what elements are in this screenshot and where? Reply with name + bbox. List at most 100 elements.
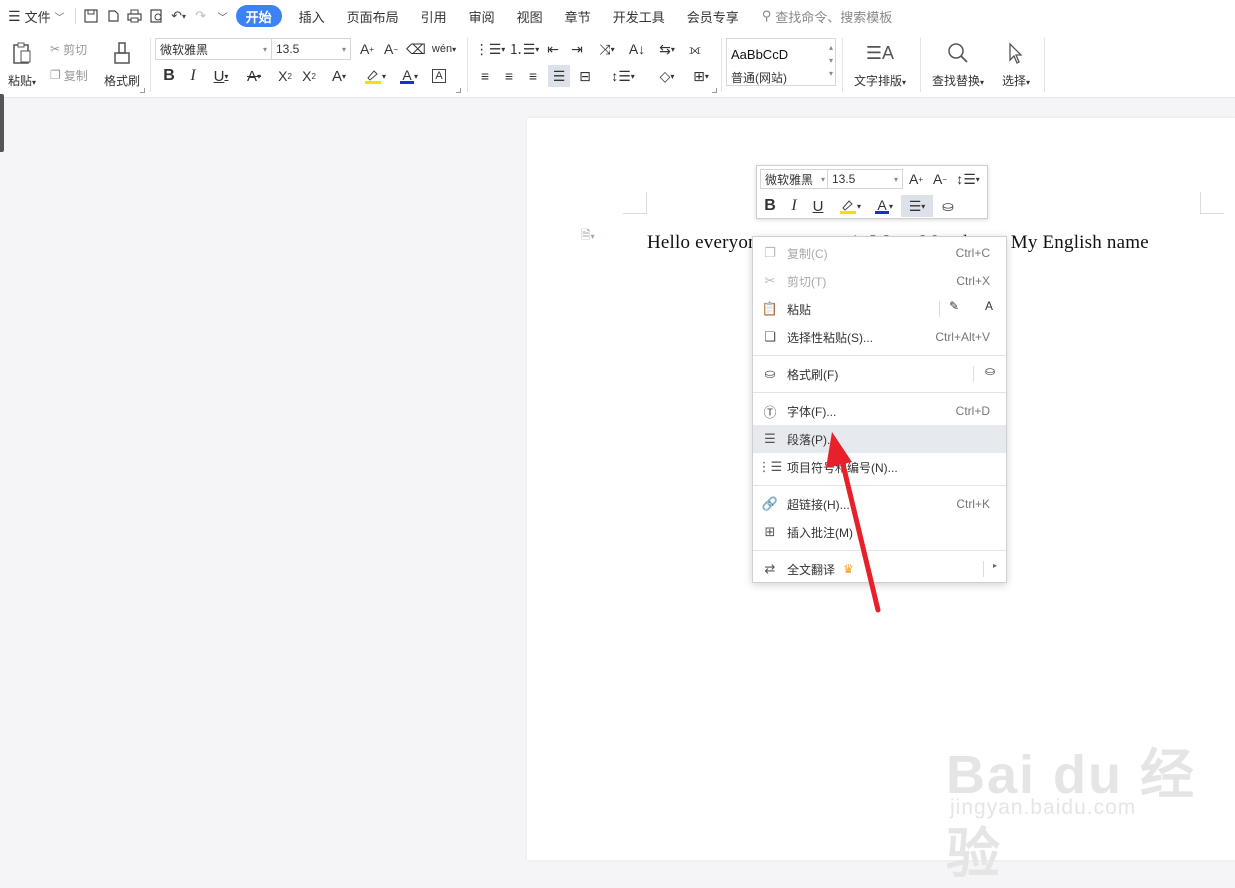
cut-button[interactable]: ✂ 剪切 bbox=[50, 39, 87, 59]
menu-item-paste[interactable]: 📋 粘贴 ✎ A bbox=[753, 295, 1006, 323]
hamburger-icon: ☰ bbox=[8, 7, 21, 24]
submenu-arrow-icon: ▸ bbox=[993, 561, 998, 570]
grow-font-icon[interactable]: A + bbox=[356, 38, 378, 60]
print-preview-icon[interactable] bbox=[146, 5, 168, 27]
find-replace-button[interactable]: 查找替换▾ bbox=[928, 38, 988, 89]
mini-shrink-font-icon[interactable]: A − bbox=[929, 168, 951, 190]
mini-highlight-icon[interactable]: ▾ bbox=[835, 195, 865, 217]
font-dialog-launcher[interactable] bbox=[456, 88, 461, 93]
customize-quick-access-icon[interactable]: ﹀ bbox=[212, 5, 234, 27]
superscript-icon[interactable]: X2 bbox=[274, 65, 296, 87]
mini-justify-icon[interactable]: ☰ ▾ bbox=[901, 195, 933, 217]
paste-keep-format-icon[interactable]: ✎ bbox=[949, 299, 959, 313]
copy-label: 复制 bbox=[63, 68, 88, 83]
shading-icon[interactable]: ◇ ▾ bbox=[652, 65, 682, 87]
italic-icon[interactable]: I bbox=[182, 65, 204, 87]
increase-indent-icon[interactable]: ⇥ bbox=[566, 38, 588, 60]
paragraph-dialog-launcher[interactable] bbox=[712, 88, 717, 93]
mini-font-name-select[interactable]: 微软雅黑 ▾ bbox=[760, 169, 830, 189]
menu-item-paste-special[interactable]: ❏ 选择性粘贴(S)... Ctrl+Alt+V bbox=[753, 323, 1006, 351]
text-effect-icon[interactable]: A ▾ bbox=[324, 65, 354, 87]
file-menu[interactable]: ☰ 文件 ﹀ bbox=[0, 4, 71, 28]
char-border-icon[interactable]: A bbox=[428, 65, 450, 87]
style-scroll-arrows[interactable]: ▴ ▾ ▾ bbox=[829, 41, 833, 80]
print-icon[interactable] bbox=[124, 5, 146, 27]
chinese-layout-icon[interactable]: ⤨ ▾ bbox=[592, 38, 622, 60]
highlight-icon[interactable]: ▾ bbox=[360, 65, 390, 87]
font-color-icon[interactable]: A ▾ bbox=[394, 65, 424, 87]
paste-button[interactable]: 粘贴▾ bbox=[4, 38, 40, 89]
menu-item-cut[interactable]: ✂ 剪切(T) Ctrl+X bbox=[753, 267, 1006, 295]
mini-italic-icon[interactable]: I bbox=[783, 195, 805, 217]
style-gallery[interactable]: AaBbCcD 普通(网站) ▴ ▾ ▾ bbox=[726, 38, 836, 86]
bold-icon[interactable]: B bbox=[158, 65, 180, 87]
line-spacing-icon[interactable]: ↕☰ ▾ bbox=[608, 65, 638, 87]
menu-item-label: 字体(F)... bbox=[787, 404, 837, 419]
select-button[interactable]: 选择▾ bbox=[996, 38, 1036, 89]
phonetic-guide-icon[interactable]: wén ▾ bbox=[430, 38, 458, 60]
mini-font-size-select[interactable]: 13.5 ▾ bbox=[827, 169, 903, 189]
format-painter-sticky-icon[interactable]: ⛀ bbox=[985, 364, 995, 378]
align-left-icon[interactable]: ≡ bbox=[474, 65, 496, 87]
watermark-url: jingyan.baidu.com bbox=[950, 796, 1137, 819]
menu-item-label: 超链接(H)... bbox=[787, 497, 850, 512]
divider bbox=[150, 38, 151, 92]
decrease-indent-icon[interactable]: ⇤ bbox=[542, 38, 564, 60]
text-layout-button[interactable]: ☰A 文字排版▾ bbox=[848, 38, 912, 89]
mini-bold-icon[interactable]: B bbox=[759, 195, 781, 217]
font-name-select[interactable]: 微软雅黑 ▾ bbox=[155, 38, 272, 60]
tab-references[interactable]: 引用 bbox=[410, 5, 458, 27]
tab-chapter[interactable]: 章节 bbox=[554, 5, 602, 27]
align-right-icon[interactable]: ≡ bbox=[522, 65, 544, 87]
shrink-font-icon[interactable]: A − bbox=[380, 38, 402, 60]
menu-item-format-painter[interactable]: ⛀ 格式刷(F) ⛀ bbox=[753, 360, 1006, 388]
floating-mini-toolbar: 微软雅黑 ▾ 13.5 ▾ A + A − ↕☰ ▾ B I U ▾ A ▾ ☰ ▾ ⛀ bbox=[756, 165, 988, 219]
menu-item-translate[interactable]: ⇄ 全文翻译 ♛ ▸ bbox=[753, 555, 1006, 583]
menu-item-bullets-numbering[interactable]: ⋮☰ 项目符号和编号(N)... bbox=[753, 453, 1006, 481]
export-pdf-icon[interactable] bbox=[102, 5, 124, 27]
clipboard-dialog-launcher[interactable] bbox=[140, 88, 145, 93]
mini-underline-icon[interactable]: U bbox=[807, 195, 829, 217]
tab-developer[interactable]: 开发工具 bbox=[602, 5, 676, 27]
format-painter-button[interactable]: 格式刷 bbox=[102, 38, 142, 89]
tab-page-layout[interactable]: 页面布局 bbox=[336, 5, 410, 27]
mini-line-spacing-icon[interactable]: ↕☰ ▾ bbox=[953, 168, 983, 190]
command-search[interactable]: ⚲ 查找命令、搜索模板 bbox=[762, 7, 893, 26]
tab-view[interactable]: 视图 bbox=[506, 5, 554, 27]
show-marks-icon[interactable]: ⇆ ▾ bbox=[652, 38, 682, 60]
paste-text-only-icon[interactable]: A bbox=[985, 299, 993, 313]
menu-item-insert-comment[interactable]: ⊞ 插入批注(M) bbox=[753, 518, 1006, 546]
save-icon[interactable] bbox=[80, 5, 102, 27]
bullets-icon[interactable]: ⋮☰ ▾ bbox=[474, 38, 506, 60]
navigation-pane-tab[interactable] bbox=[0, 94, 4, 152]
redo-icon[interactable]: ↷ bbox=[190, 5, 212, 27]
mini-grow-font-icon[interactable]: A + bbox=[905, 168, 927, 190]
font-size-select[interactable]: 13.5 ▾ bbox=[271, 38, 351, 60]
sort-icon[interactable]: A↓ bbox=[626, 38, 648, 60]
menu-item-hyperlink[interactable]: 🔗 超链接(H)... Ctrl+K bbox=[753, 490, 1006, 518]
copy-button[interactable]: ❐ 复制 bbox=[50, 65, 88, 85]
mini-format-painter-icon[interactable]: ⛀ bbox=[937, 195, 959, 217]
undo-icon[interactable]: ↶ ▾ bbox=[168, 5, 190, 27]
align-center-icon[interactable]: ≡ bbox=[498, 65, 520, 87]
subscript-icon[interactable]: X2 bbox=[298, 65, 320, 87]
menu-item-paragraph[interactable]: ☰ 段落(P)... bbox=[753, 425, 1006, 453]
menu-item-font[interactable]: Ⓣ 字体(F)... Ctrl+D bbox=[753, 397, 1006, 425]
tab-stops-icon[interactable]: ⟗ bbox=[684, 38, 706, 60]
paste-special-icon: ❏ bbox=[764, 329, 776, 344]
tab-member[interactable]: 会员专享 bbox=[676, 5, 750, 27]
tab-insert[interactable]: 插入 bbox=[288, 5, 336, 27]
clear-format-icon[interactable]: ⌫ bbox=[405, 38, 427, 60]
paragraph-handle-icon[interactable]: 🗎▾ bbox=[581, 226, 595, 247]
tab-home[interactable]: 开始 bbox=[235, 5, 282, 27]
font-name-value: 微软雅黑 bbox=[160, 42, 209, 57]
mini-font-color-icon[interactable]: A ▾ bbox=[869, 195, 899, 217]
strikethrough-icon[interactable]: A ▾ bbox=[240, 65, 268, 87]
justify-icon[interactable]: ☰ bbox=[548, 65, 570, 87]
borders-icon[interactable]: ⊞ ▾ bbox=[686, 65, 716, 87]
tab-review[interactable]: 审阅 bbox=[458, 5, 506, 27]
distributed-align-icon[interactable]: ⊟ bbox=[574, 65, 596, 87]
menu-item-copy[interactable]: ❐ 复制(C) Ctrl+C bbox=[753, 239, 1006, 267]
underline-icon[interactable]: U ▾ bbox=[206, 65, 236, 87]
numbering-icon[interactable]: ⒈☰ ▾ bbox=[508, 38, 540, 60]
